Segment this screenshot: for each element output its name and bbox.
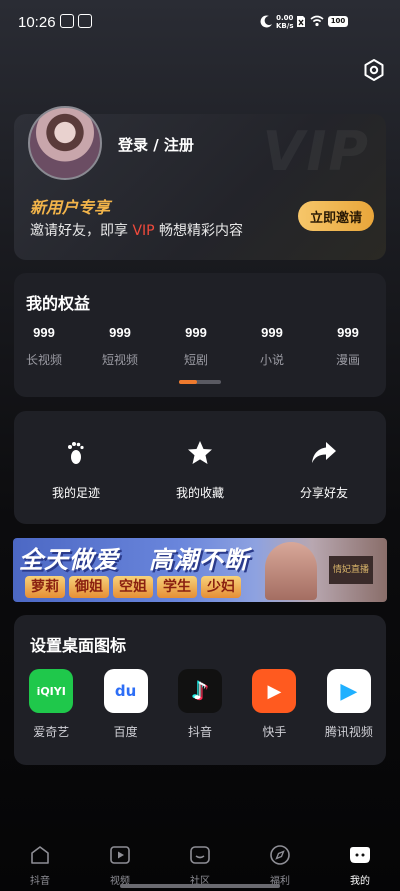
rights-item-short-video[interactable]: 999 短视频 (82, 325, 158, 368)
home-icon (31, 846, 49, 864)
tab-douyin[interactable]: 抖音 (0, 838, 80, 891)
status-time: 10:26 (18, 14, 56, 31)
banner-tag: 空姐 (113, 576, 153, 598)
invite-now-button[interactable]: 立即邀请 (298, 201, 374, 231)
share-icon (312, 442, 336, 463)
my-footprint-button[interactable]: 我的足迹 (14, 411, 138, 524)
star-icon (188, 441, 212, 464)
banner-tag: 学生 (157, 576, 197, 598)
desktop-icon-title: 设置桌面图标 (30, 636, 127, 655)
banner-headline-1: 全天做爱 (19, 546, 119, 574)
invite-description: 邀请好友，即享 VIP 畅想精彩内容 (30, 223, 244, 239)
settings-gear-icon[interactable] (362, 58, 386, 82)
quick-actions-card: 我的足迹 我的收藏 分享好友 (14, 411, 386, 524)
avatar[interactable] (28, 106, 102, 180)
wifi-icon (310, 15, 324, 27)
notification-icon (60, 14, 74, 28)
rights-item-short-drama[interactable]: 999 短剧 (158, 325, 234, 368)
banner-image (265, 542, 317, 600)
promo-banner[interactable]: 全天做爱 高潮不断 萝莉 御姐 空姐 学生 少妇 情妃直播 (13, 538, 387, 602)
share-friends-button[interactable]: 分享好友 (262, 411, 386, 524)
footprint-icon (68, 442, 84, 464)
app-option-iqiyi[interactable]: iQIYI 爱奇艺 (14, 669, 88, 740)
banner-tag: 萝莉 (25, 576, 65, 598)
kuaishou-icon: ▶ (252, 669, 297, 713)
net-speed: 0.00 KB/s (276, 14, 294, 30)
my-rights-card: 我的权益 999 长视频 999 短视频 999 短剧 999 小说 999 漫… (14, 273, 386, 397)
app-option-kuaishou[interactable]: ▶ 快手 (237, 669, 311, 740)
my-favorites-button[interactable]: 我的收藏 (138, 411, 262, 524)
app-option-baidu[interactable]: du 百度 (88, 669, 162, 740)
profile-icon (350, 847, 370, 863)
profile-card: 登录 / 注册 VIP 新用户专享 邀请好友，即享 VIP 畅想精彩内容 立即邀… (14, 106, 386, 260)
no-sim-icon (297, 16, 305, 27)
rights-list: 999 长视频 999 短视频 999 短剧 999 小说 999 漫画 (14, 325, 386, 368)
iqiyi-icon: iQIYI (29, 669, 74, 713)
video-icon (110, 846, 130, 864)
new-user-title: 新用户专享 (30, 198, 111, 217)
rights-item-novel[interactable]: 999 小说 (234, 325, 310, 368)
banner-tag: 御姐 (69, 576, 109, 598)
my-rights-title: 我的权益 (26, 294, 91, 313)
baidu-icon: du (103, 669, 148, 713)
app-option-douyin[interactable]: ♪ 抖音 (163, 669, 237, 740)
rights-item-long-video[interactable]: 999 长视频 (6, 325, 82, 368)
app-option-tencent-video[interactable]: ▶ 腾讯视频 (312, 669, 386, 740)
banner-headline-2: 高潮不断 (149, 546, 249, 574)
status-bar: 10:26 0.00 KB/s 100 (0, 0, 400, 44)
app-icon-list: iQIYI 爱奇艺 du 百度 ♪ 抖音 ▶ 快手 ▶ 腾讯视频 (14, 669, 386, 740)
compass-icon (270, 845, 290, 865)
moon-icon (260, 15, 272, 28)
vip-watermark: VIP (262, 120, 370, 183)
tencent-video-icon: ▶ (326, 669, 371, 713)
login-register-link[interactable]: 登录 / 注册 (118, 134, 194, 155)
douyin-icon: ♪ (178, 669, 223, 713)
community-icon (190, 846, 210, 864)
battery-indicator: 100 (328, 16, 348, 27)
rights-item-comic[interactable]: 999 漫画 (310, 325, 386, 368)
notification-icon (78, 14, 92, 28)
banner-tag: 少妇 (201, 576, 241, 598)
home-indicator (120, 884, 280, 888)
tab-mine[interactable]: 我的 (320, 838, 400, 891)
banner-logo: 情妃直播 (329, 556, 373, 584)
desktop-icon-card: 设置桌面图标 iQIYI 爱奇艺 du 百度 ♪ 抖音 ▶ 快手 ▶ 腾讯视频 (14, 615, 386, 765)
rights-page-indicator (179, 380, 221, 384)
banner-tags: 萝莉 御姐 空姐 学生 少妇 (25, 576, 241, 598)
